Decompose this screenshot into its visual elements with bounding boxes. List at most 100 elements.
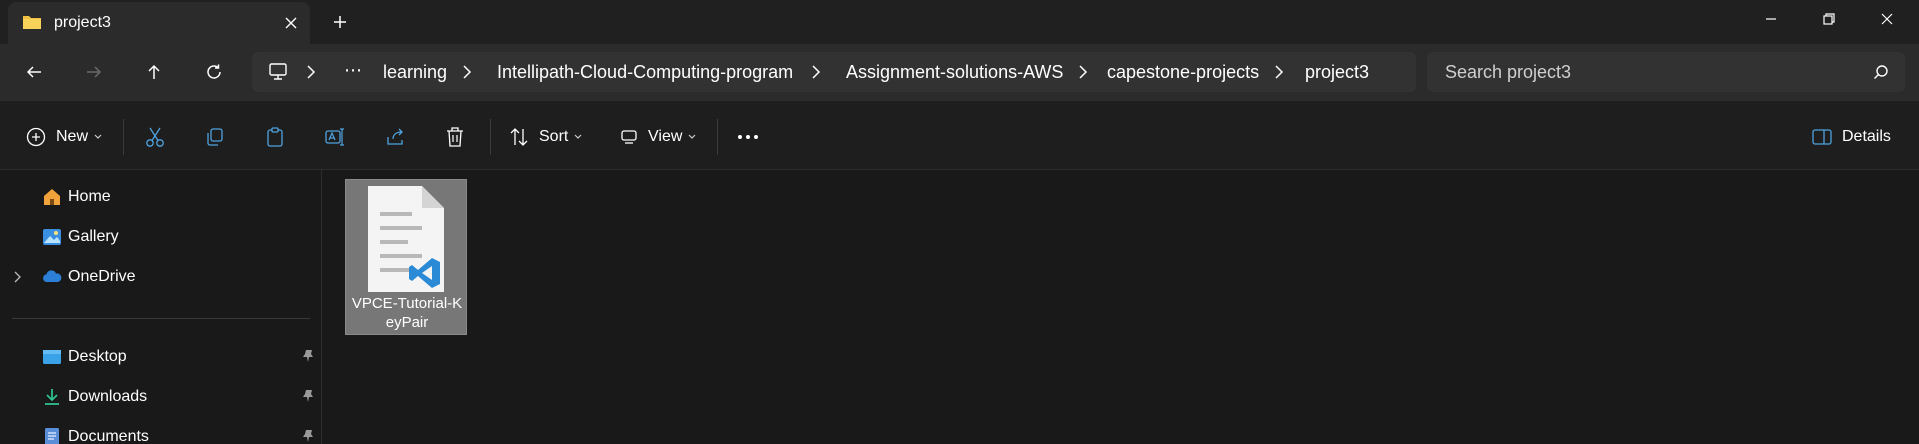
sidebar-item-gallery[interactable]: Gallery [0,219,322,255]
new-button[interactable]: New [26,123,102,151]
sidebar-item-home[interactable]: Home [0,179,322,215]
details-button[interactable]: Details [1812,123,1891,151]
chevron-right-icon [1079,65,1088,79]
this-pc-icon [269,63,287,80]
breadcrumb-assignment-solutions[interactable]: Assignment-solutions-AWS [846,62,1063,83]
breadcrumb-overflow-button[interactable]: ⋯ [344,60,363,81]
tab-project3[interactable]: project3 [8,2,310,44]
plus-circle-icon [26,127,46,147]
chevron-right-icon [1275,65,1284,79]
restore-button[interactable] [1799,0,1859,38]
plus-icon [334,16,346,28]
sidebar-item-downloads[interactable]: Downloads [0,379,322,415]
vscode-file-icon [368,186,444,292]
sidebar-divider [12,318,310,319]
restore-icon [1823,13,1835,25]
more-icon [738,135,758,139]
chevron-right-icon [812,65,821,79]
trash-icon [447,127,463,147]
sidebar-item-label: Downloads [68,388,148,405]
home-icon [44,189,60,205]
search-input[interactable]: Search project3 [1427,52,1905,92]
sidebar-item-label: Gallery [68,228,119,245]
gallery-icon [43,229,61,245]
view-label: View [648,128,683,145]
chevron-right-icon [463,65,472,79]
breadcrumb-intellipath[interactable]: Intellipath-Cloud-Computing-program [497,62,793,83]
chevron-down-icon [688,134,696,139]
breadcrumb-project3[interactable]: project3 [1305,62,1369,83]
file-item[interactable]: VPCE-Tutorial-KeyPair [345,179,467,335]
title-bar: project3 [0,0,1919,44]
minimize-icon [1766,18,1776,20]
new-tab-button[interactable] [326,8,354,36]
chevron-right-icon[interactable] [14,271,22,283]
onedrive-cloud-icon [43,270,62,282]
toolbar-divider [717,119,718,155]
copy-button[interactable] [205,123,225,151]
close-window-button[interactable] [1857,0,1917,38]
copy-icon [207,128,223,146]
sort-button[interactable]: Sort [509,123,582,151]
pin-icon[interactable] [302,389,314,403]
share-button[interactable] [385,123,407,151]
pin-icon[interactable] [302,349,314,363]
more-options-button[interactable] [737,123,759,151]
toolbar-divider [123,119,124,155]
document-icon [45,428,59,444]
sidebar-item-label: Desktop [68,348,127,365]
pin-icon[interactable] [302,429,314,443]
scissors-icon [146,127,164,147]
details-pane-icon [1812,129,1832,145]
refresh-button[interactable] [196,54,232,90]
cut-button[interactable] [145,123,165,151]
sort-icon [510,128,528,146]
sidebar-item-label: Home [68,188,111,205]
sidebar-item-desktop[interactable]: Desktop [0,339,322,375]
delete-button[interactable] [445,123,465,151]
details-label: Details [1842,128,1891,145]
address-bar[interactable]: ⋯ learning Intellipath-Cloud-Computing-p… [252,52,1416,92]
file-name: VPCE-Tutorial-KeyPair [351,295,463,331]
view-button[interactable]: View [620,123,696,151]
command-bar: New Sort View Details [0,100,1919,170]
chevron-down-icon [94,134,102,139]
download-icon [45,389,59,405]
arrow-up-icon [148,64,160,79]
arrow-right-icon [87,66,102,78]
sidebar-item-documents[interactable]: Documents [0,419,322,444]
close-icon [1881,13,1893,25]
back-button[interactable] [16,54,52,90]
breadcrumb-capestone-projects[interactable]: capestone-projects [1107,62,1259,83]
clipboard-icon [267,127,283,147]
search-placeholder: Search project3 [1445,62,1572,82]
view-icon [621,130,637,144]
navigation-pane: Home Gallery OneDrive Desktop Downloads … [0,170,322,444]
navigation-bar: ⋯ learning Intellipath-Cloud-Computing-p… [0,44,1919,100]
desktop-icon [43,350,61,364]
folder-icon [23,16,41,29]
breadcrumb-learning[interactable]: learning [383,62,447,83]
close-tab-button[interactable] [278,10,304,36]
up-button[interactable] [136,54,172,90]
minimize-button[interactable] [1741,0,1801,38]
sidebar-item-onedrive[interactable]: OneDrive [0,259,322,295]
tab-title: project3 [54,14,111,31]
file-list: VPCE-Tutorial-KeyPair [323,170,1919,444]
refresh-icon [207,64,221,79]
sidebar-item-label: Documents [68,428,149,444]
sort-label: Sort [539,128,569,145]
sidebar-item-label: OneDrive [68,268,136,285]
arrow-left-icon [26,66,41,78]
chevron-down-icon [574,134,582,139]
share-icon [387,128,403,145]
chevron-right-icon [307,65,316,79]
rename-icon [325,128,344,146]
new-label: New [56,128,89,145]
rename-button[interactable] [325,123,347,151]
close-icon [285,17,297,29]
forward-button[interactable] [76,54,112,90]
search-icon [1874,65,1888,79]
paste-button[interactable] [265,123,285,151]
toolbar-divider [490,119,491,155]
